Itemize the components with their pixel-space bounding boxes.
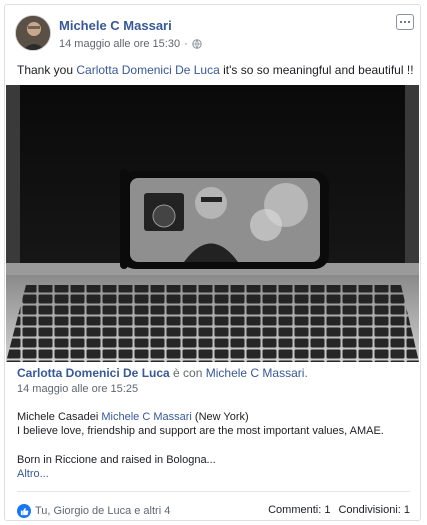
comments-count[interactable]: Commenti: 1 xyxy=(268,504,330,516)
post-footer: Tu, Giorgio de Luca e altri 4 Commenti: … xyxy=(17,502,410,520)
laptop-photo-illustration xyxy=(6,85,419,362)
more-dots-icon xyxy=(400,21,402,23)
mention-link[interactable]: Carlotta Domenici De Luca xyxy=(76,63,219,77)
post-text: Thank you Carlotta Domenici De Luca it's… xyxy=(17,63,414,77)
post-photo[interactable] xyxy=(6,85,419,362)
shared-line-3: Born in Riccione and raised in Bologna..… xyxy=(17,454,216,466)
shared-post: Carlotta Domenici De Luca è con Michele … xyxy=(17,366,412,480)
tagged-user-link[interactable]: Michele C Massari xyxy=(206,366,305,380)
globe-icon[interactable] xyxy=(192,39,202,49)
post-author[interactable]: Michele C Massari xyxy=(59,18,172,33)
shared-author-link[interactable]: Carlotta Domenici De Luca xyxy=(17,366,170,380)
divider xyxy=(17,491,410,492)
see-more-link[interactable]: Altro... xyxy=(17,468,412,480)
like-icon xyxy=(17,504,31,518)
shared-mention-link[interactable]: Michele C Massari xyxy=(101,411,191,423)
post-meta: 14 maggio alle ore 15:30 · xyxy=(59,38,202,50)
post-timestamp[interactable]: 14 maggio alle ore 15:30 xyxy=(59,38,180,50)
post-card: Michele C Massari 14 maggio alle ore 15:… xyxy=(4,4,421,521)
reactions-summary[interactable]: Tu, Giorgio de Luca e altri 4 xyxy=(17,504,170,518)
avatar[interactable] xyxy=(15,15,51,51)
shared-line-2: I believe love, friendship and support a… xyxy=(17,425,384,437)
shares-count[interactable]: Condivisioni: 1 xyxy=(338,504,410,516)
shared-line-1: Michele Casadei Michele C Massari (New Y… xyxy=(17,411,249,423)
reactions-text: Tu, Giorgio de Luca e altri 4 xyxy=(35,505,171,517)
shared-post-header: Carlotta Domenici De Luca è con Michele … xyxy=(17,366,308,380)
shared-timestamp[interactable]: 14 maggio alle ore 15:25 xyxy=(17,383,412,395)
more-options-button[interactable] xyxy=(396,14,414,30)
